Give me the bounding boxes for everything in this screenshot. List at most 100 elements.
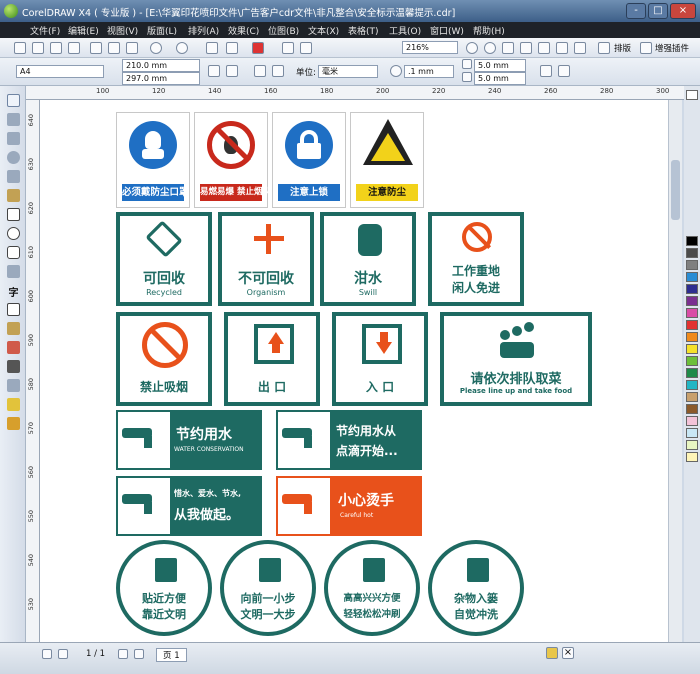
crop-tool-icon[interactable]: [7, 132, 20, 145]
zoom-selected-icon[interactable]: [502, 42, 514, 54]
sign-non-recyclable[interactable]: 不可回收 Organism: [218, 212, 314, 306]
interactive-tool-icon[interactable]: [7, 341, 20, 354]
prev-page-icon[interactable]: [58, 649, 68, 659]
layout-button[interactable]: 排版: [614, 42, 631, 54]
zoom-all-icon[interactable]: [520, 42, 532, 54]
menu-view[interactable]: 视图(V): [107, 24, 138, 37]
paper-type-select[interactable]: A4: [16, 65, 104, 78]
rectangle-tool-icon[interactable]: [7, 208, 20, 221]
menu-layout[interactable]: 版面(L): [147, 24, 177, 37]
sign-dust-warning[interactable]: 注意防尘: [350, 112, 424, 208]
basic-shapes-tool-icon[interactable]: [7, 265, 20, 278]
maximize-button[interactable]: □: [648, 3, 668, 19]
sign-no-smoking[interactable]: 禁止吸烟: [116, 312, 212, 406]
next-page-icon[interactable]: [118, 649, 128, 659]
undo-icon[interactable]: [150, 42, 162, 54]
swatch-yellow[interactable]: [686, 344, 698, 354]
menu-tools[interactable]: 工具(O): [389, 24, 421, 37]
sign-flush-happily[interactable]: 高高兴兴方便 轻轻松松冲刷: [324, 540, 420, 636]
menu-file[interactable]: 文件(F): [30, 24, 60, 37]
swatch-light-blue[interactable]: [686, 428, 698, 438]
sign-step-forward[interactable]: 向前一小步 文明一大步: [220, 540, 316, 636]
menu-edit[interactable]: 编辑(E): [68, 24, 99, 37]
zoom-out-icon[interactable]: [484, 42, 496, 54]
close-button[interactable]: ×: [670, 3, 696, 19]
sign-water-conservation[interactable]: 节约用水 WATER CONSERVATION: [116, 410, 262, 470]
portrait-icon[interactable]: [208, 65, 220, 77]
swatch-gray[interactable]: [686, 260, 698, 270]
zoom-tool-icon[interactable]: [7, 151, 20, 164]
units-select[interactable]: 毫米: [318, 65, 378, 78]
freehand-tool-icon[interactable]: [7, 170, 20, 183]
sign-close-to-toilet[interactable]: 贴近方便 靠近文明: [116, 540, 212, 636]
import-icon[interactable]: [206, 42, 218, 54]
copy-icon[interactable]: [108, 42, 120, 54]
swatch-cyan[interactable]: [686, 380, 698, 390]
new-icon[interactable]: [14, 42, 26, 54]
sign-wear-dust-mask[interactable]: 必须戴防尘口罩: [116, 112, 190, 208]
menu-arrange[interactable]: 排列(A): [188, 24, 219, 37]
sign-recycled[interactable]: 可回收 Recycled: [116, 212, 212, 306]
ellipse-tool-icon[interactable]: [7, 227, 20, 240]
sign-entrance[interactable]: 入 口: [332, 312, 428, 406]
swatch-orange[interactable]: [686, 332, 698, 342]
options-icon[interactable]: [558, 65, 570, 77]
layout-icon[interactable]: [598, 42, 610, 54]
table-tool-icon[interactable]: [7, 303, 20, 316]
zoom-width-icon[interactable]: [556, 42, 568, 54]
shape-tool-icon[interactable]: [7, 113, 20, 126]
save-icon[interactable]: [50, 42, 62, 54]
sign-exit[interactable]: 出 口: [224, 312, 320, 406]
sign-lock[interactable]: 注意上锁: [272, 112, 346, 208]
swatch-brown[interactable]: [686, 404, 698, 414]
sign-swill[interactable]: 泔水 Swill: [320, 212, 416, 306]
sign-staff-only[interactable]: 工作重地 闲人免进: [428, 212, 524, 306]
menu-table[interactable]: 表格(T): [348, 24, 379, 37]
zoom-height-icon[interactable]: [574, 42, 586, 54]
swatch-red[interactable]: [686, 320, 698, 330]
application-launcher-icon[interactable]: [300, 42, 312, 54]
swatch-green[interactable]: [686, 356, 698, 366]
swatch-light-yellow[interactable]: [686, 452, 698, 462]
swatch-navy[interactable]: [686, 284, 698, 294]
page-width-field[interactable]: 210.0 mm: [122, 59, 200, 72]
plugin-button[interactable]: 增强插件: [655, 42, 689, 54]
publish-pdf-icon[interactable]: [252, 42, 264, 54]
minimize-button[interactable]: -: [626, 3, 646, 19]
swatch-dark-green[interactable]: [686, 368, 698, 378]
open-icon[interactable]: [32, 42, 44, 54]
menu-help[interactable]: 帮助(H): [473, 24, 505, 37]
outline-tool-icon[interactable]: [7, 379, 20, 392]
zoom-level-select[interactable]: 216%: [402, 41, 458, 54]
page-tab[interactable]: 页 1: [156, 648, 187, 662]
paste-icon[interactable]: [126, 42, 138, 54]
swatch-light-green[interactable]: [686, 440, 698, 450]
menu-effects[interactable]: 效果(C): [228, 24, 259, 37]
swatch-magenta[interactable]: [686, 308, 698, 318]
redo-icon[interactable]: [176, 42, 188, 54]
swatch-pink[interactable]: [686, 416, 698, 426]
vertical-scrollbar[interactable]: [668, 100, 682, 642]
print-icon[interactable]: [68, 42, 80, 54]
pick-tool-icon[interactable]: [7, 94, 20, 107]
cut-icon[interactable]: [90, 42, 102, 54]
swatch-dark-gray[interactable]: [686, 248, 698, 258]
landscape-icon[interactable]: [226, 65, 238, 77]
sign-careful-hot[interactable]: 小心烫手 Careful hot: [276, 476, 422, 536]
swatch-black[interactable]: [686, 236, 698, 246]
duplicate-y-field[interactable]: 5.0 mm: [474, 72, 526, 85]
swatch-purple[interactable]: [686, 296, 698, 306]
current-page-icon[interactable]: [272, 65, 284, 77]
treat-as-filled-icon[interactable]: [540, 65, 552, 77]
menu-window[interactable]: 窗口(W): [430, 24, 464, 37]
plugin-icon[interactable]: [640, 42, 652, 54]
scrollbar-thumb[interactable]: [671, 160, 680, 220]
dimension-tool-icon[interactable]: [7, 322, 20, 335]
drawing-canvas[interactable]: 必须戴防尘口罩 易燃易爆 禁止烟火 注意上锁 注意防尘 可回收 Recycled…: [40, 100, 668, 642]
export-icon[interactable]: [226, 42, 238, 54]
zoom-page-icon[interactable]: [538, 42, 550, 54]
duplicate-x-field[interactable]: 5.0 mm: [474, 59, 526, 72]
fill-tool-icon[interactable]: [7, 398, 20, 411]
interactive-fill-tool-icon[interactable]: [7, 417, 20, 430]
welcome-screen-icon[interactable]: [282, 42, 294, 54]
